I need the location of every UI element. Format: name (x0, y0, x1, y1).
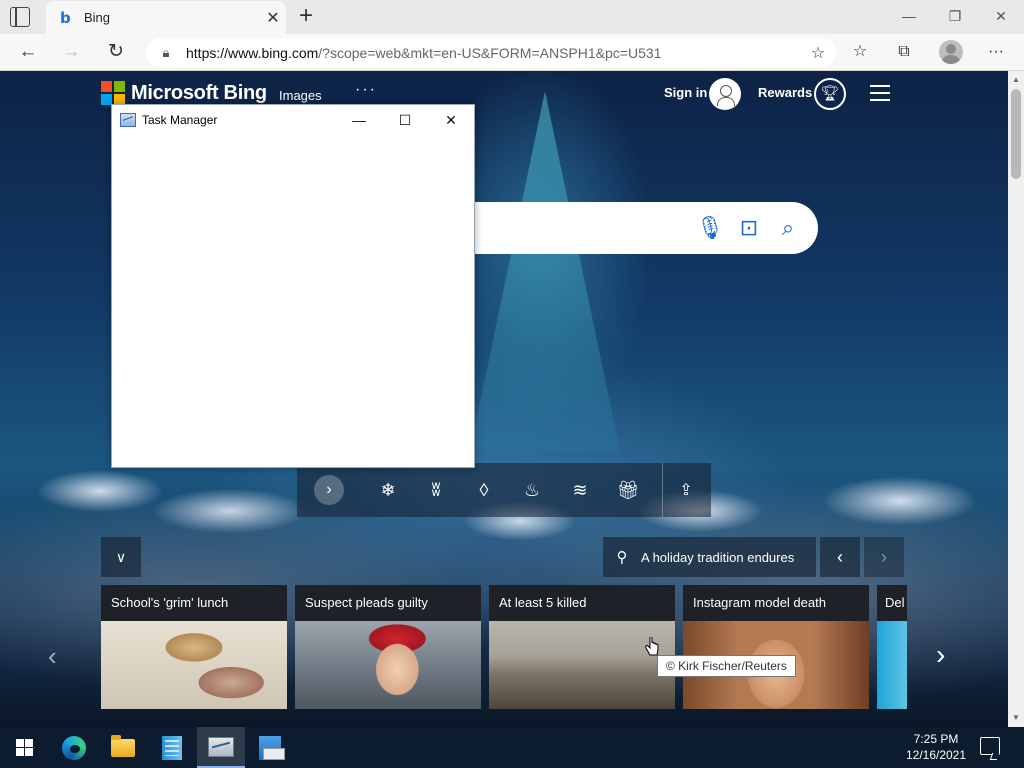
storm-image (489, 621, 675, 709)
microphone-icon[interactable]: 🎙︎ (696, 214, 724, 242)
rewards-link[interactable]: Rewards (758, 85, 812, 100)
collections-icon[interactable]: ⧉ (890, 39, 918, 65)
signin-avatar-icon[interactable] (709, 78, 741, 110)
news-card-title: Instagram model death (693, 595, 826, 610)
windows-logo-icon (15, 739, 33, 756)
browser-tab-strip: b Bing ✕ + — ❐ ✕ (0, 0, 1024, 34)
page-scrollbar[interactable]: ▲ ▼ (1008, 71, 1024, 727)
scrollbar-thumb[interactable] (1011, 89, 1021, 179)
carousel-prev-icon[interactable]: ‹ (48, 641, 57, 672)
news-card-title: At least 5 killed (499, 595, 587, 610)
news-card[interactable]: Suspect pleads guilty (295, 585, 481, 709)
visual-search-icon[interactable]: ⊡ (735, 214, 763, 242)
back-button[interactable]: ← (14, 39, 42, 65)
server-manager-icon (162, 735, 182, 760)
task-manager-title: Task Manager (142, 113, 218, 127)
news-card-title: Del (885, 595, 905, 610)
news-card[interactable]: School's 'grim' lunch (101, 585, 287, 709)
window-restore-button[interactable]: ❐ (932, 4, 978, 28)
caption-text: A holiday tradition endures (641, 549, 795, 565)
clock-date: 12/16/2021 (905, 748, 967, 762)
window-minimize-button[interactable]: — (886, 4, 932, 28)
news-card-title: Suspect pleads guilty (305, 595, 428, 610)
image-credit-tooltip: © Kirk Fischer/Reuters (657, 655, 796, 677)
taskbar-file-explorer[interactable] (99, 727, 147, 768)
person-image (295, 621, 481, 709)
collapse-chevron-icon[interactable]: ∨ (101, 537, 141, 577)
pie-image (101, 621, 287, 709)
close-button[interactable]: ✕ (428, 105, 474, 135)
logo-text: Microsoft Bing (131, 81, 267, 104)
taskbar-server-manager[interactable] (148, 727, 196, 768)
settings-more-icon[interactable]: ··· (982, 39, 1010, 65)
nav-more-button[interactable]: ··· (355, 81, 377, 99)
task-manager-icon (208, 736, 234, 757)
task-manager-window[interactable]: Task Manager — ☐ ✕ (111, 104, 475, 468)
gift-icon[interactable]: 🎁︎ (604, 480, 652, 501)
taskbar-edge[interactable] (50, 727, 98, 768)
notification-center-icon[interactable] (980, 737, 1000, 755)
search-icon[interactable]: ⌕ (774, 214, 802, 242)
icicles-icon[interactable]: ʬ (412, 480, 460, 501)
hand-cursor-icon (645, 637, 659, 656)
task-manager-titlebar[interactable]: Task Manager — ☐ ✕ (112, 105, 474, 135)
news-card[interactable]: Instagram model death (683, 585, 869, 709)
system-clock[interactable]: 7:25 PM 12/16/2021 (896, 731, 976, 763)
carousel-next-icon[interactable]: › (936, 639, 945, 671)
maximize-button[interactable]: ☐ (382, 105, 428, 135)
tab-actions-icon[interactable] (10, 7, 30, 27)
ornament-icon[interactable]: ◊ (460, 480, 508, 501)
tab-close-icon[interactable]: ✕ (260, 8, 286, 28)
refresh-button[interactable]: ↻ (102, 39, 130, 65)
add-favorite-icon[interactable]: ☆ (800, 43, 836, 63)
nav-images-link[interactable]: Images (279, 88, 322, 103)
edge-icon (62, 735, 86, 760)
bing-favicon-icon: b (60, 8, 71, 27)
taskbar-app[interactable] (246, 727, 294, 768)
document-icon (259, 735, 285, 760)
window-close-button[interactable]: ✕ (978, 4, 1024, 28)
search-box[interactable]: 🎙︎ ⊡ ⌕ (430, 202, 818, 254)
minimize-button[interactable]: — (336, 105, 382, 135)
news-card-title: School's 'grim' lunch (111, 595, 229, 610)
theme-icon-bar: › ❄ ʬ ◊ ♨ ≋ 🎁︎ ⇪ (297, 463, 711, 517)
taskbar-task-manager[interactable] (197, 727, 245, 768)
image-caption[interactable]: ⚲ A holiday tradition endures (603, 537, 816, 577)
address-bar[interactable]: 🔒︎ https://www.bing.com/?scope=web&mkt=e… (146, 38, 836, 67)
signin-link[interactable]: Sign in (664, 85, 707, 100)
news-card[interactable]: Del (877, 585, 907, 709)
location-pin-icon: ⚲ (616, 549, 628, 566)
share-icon[interactable]: ⇪ (663, 480, 709, 500)
next-image-icon[interactable]: › (864, 537, 904, 577)
browser-toolbar: ← → ↻ 🔒︎ https://www.bing.com/?scope=web… (0, 34, 1024, 71)
scroll-down-icon[interactable]: ▼ (1008, 711, 1024, 725)
windows-taskbar: 7:25 PM 12/16/2021 (0, 727, 1024, 768)
tab-title: Bing (84, 10, 111, 25)
background-tree (470, 91, 620, 451)
task-manager-icon (120, 113, 136, 127)
snowflake-icon[interactable]: ❄ (364, 480, 412, 501)
profile-avatar[interactable] (939, 40, 963, 64)
clock-time: 7:25 PM (913, 732, 959, 746)
partial-image (877, 621, 907, 709)
theme-next-icon[interactable]: › (314, 475, 344, 505)
forward-button[interactable]: → (57, 39, 85, 65)
ribbon-icon[interactable]: ≋ (556, 480, 604, 501)
favorites-icon[interactable]: ☆ (846, 39, 874, 65)
folder-icon (111, 734, 135, 757)
rewards-trophy-icon[interactable]: 🏆︎ (814, 78, 846, 110)
new-tab-button[interactable]: + (294, 4, 318, 28)
bing-logo[interactable]: Microsoft Bing (101, 81, 267, 105)
scroll-up-icon[interactable]: ▲ (1008, 73, 1024, 87)
start-button[interactable] (0, 727, 48, 768)
url-text[interactable]: https://www.bing.com/?scope=web&mkt=en-U… (186, 45, 800, 61)
fire-icon[interactable]: ♨ (508, 480, 556, 501)
previous-image-icon[interactable]: ‹ (820, 537, 860, 577)
browser-tab-bing[interactable]: b Bing ✕ (46, 1, 286, 34)
microsoft-logo-icon (101, 81, 125, 105)
hamburger-menu-icon[interactable] (870, 85, 890, 101)
lock-icon[interactable]: 🔒︎ (146, 45, 186, 61)
